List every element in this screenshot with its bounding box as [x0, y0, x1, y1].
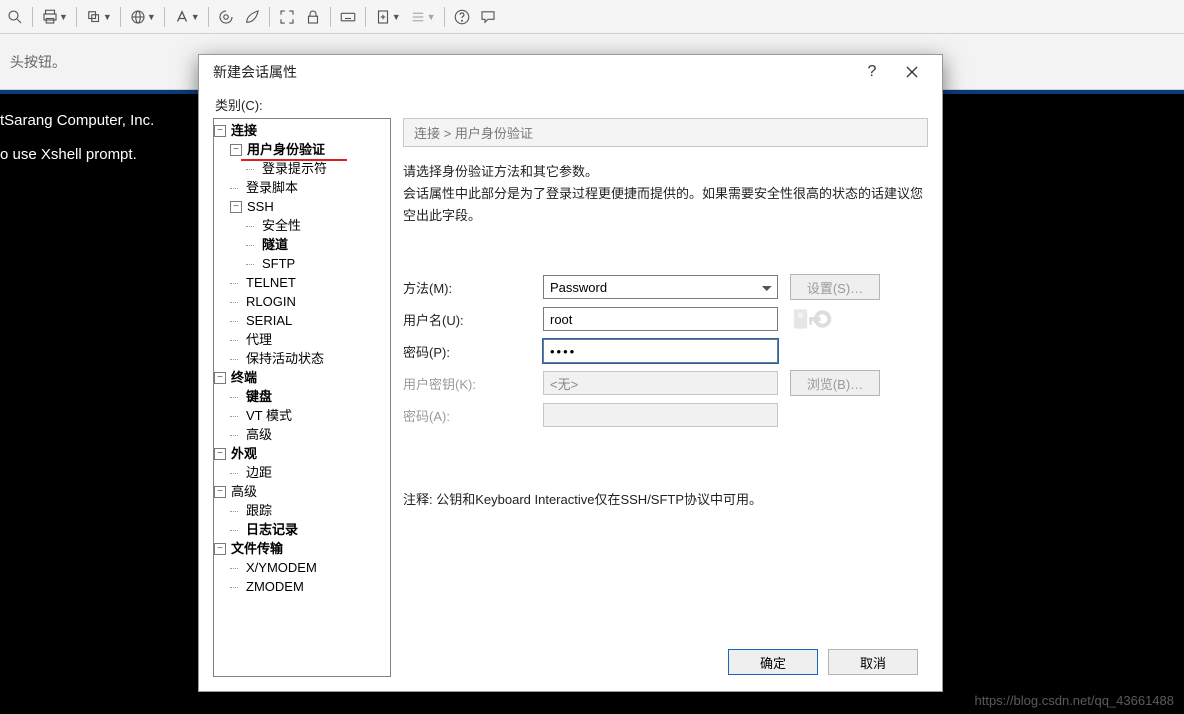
category-label: 类别(C):	[215, 95, 928, 114]
tree-node-proxy[interactable]: 代理	[244, 330, 274, 349]
userkey-select: <无>	[543, 371, 778, 395]
tree-node-keyboard[interactable]: 键盘	[244, 387, 274, 406]
tree-node-log[interactable]: 日志记录	[244, 520, 300, 539]
tree-node-serial[interactable]: SERIAL	[244, 311, 294, 330]
tree-node-vt[interactable]: VT 模式	[244, 406, 294, 425]
copy-icon[interactable]: ▼	[83, 6, 114, 28]
close-button[interactable]	[892, 58, 932, 86]
username-input[interactable]	[543, 307, 778, 331]
tree-node-auth[interactable]: 用户身份验证	[245, 140, 327, 159]
tree-node-appearance[interactable]: 外观	[229, 444, 259, 463]
session-properties-dialog: 新建会话属性 ? 类别(C): −连接 −用户身份验证	[198, 54, 943, 692]
username-label: 用户名(U):	[403, 310, 543, 329]
titlebar-help-button[interactable]: ?	[852, 63, 892, 81]
watermark: https://blog.csdn.net/qq_43661488	[975, 693, 1175, 708]
key-icon	[790, 299, 836, 339]
cancel-button[interactable]: 取消	[828, 649, 918, 675]
expand-toggle[interactable]: −	[214, 486, 226, 498]
main-toolbar: ▼ ▼ ▼ ▼ ▼ ▼	[0, 0, 1184, 34]
tree-node-rlogin[interactable]: RLOGIN	[244, 292, 298, 311]
dialog-footer: 确定 取消	[403, 637, 928, 677]
tree-node-terminal[interactable]: 终端	[229, 368, 259, 387]
password-label: 密码(P):	[403, 342, 543, 361]
desc-line: 请选择身份验证方法和其它参数。	[403, 161, 928, 183]
passA-input	[543, 403, 778, 427]
category-tree[interactable]: −连接 −用户身份验证 登录提示符 登录脚本 −	[213, 118, 391, 677]
tree-node-margin[interactable]: 边距	[244, 463, 274, 482]
tree-node-advanced2[interactable]: 高级	[229, 482, 259, 501]
print-icon[interactable]: ▼	[39, 6, 70, 28]
banner-text: 头按钮。	[10, 52, 66, 72]
tree-node-telnet[interactable]: TELNET	[244, 273, 298, 292]
tree-node-trace[interactable]: 跟踪	[244, 501, 274, 520]
dialog-titlebar: 新建会话属性 ?	[199, 55, 942, 89]
note-text: 注释: 公钥和Keyboard Interactive仅在SSH/SFTP协议中…	[403, 489, 928, 508]
chat-icon[interactable]	[477, 6, 499, 28]
help-icon[interactable]	[451, 6, 473, 28]
tree-node-keepalive[interactable]: 保持活动状态	[244, 349, 326, 368]
lock-icon[interactable]	[302, 6, 324, 28]
tree-node-login-prompt[interactable]: 登录提示符	[260, 159, 329, 178]
tree-node-security[interactable]: 安全性	[260, 216, 303, 235]
list-icon[interactable]: ▼	[407, 6, 438, 28]
method-label: 方法(M):	[403, 278, 543, 297]
expand-icon[interactable]	[276, 6, 298, 28]
tree-node-advanced[interactable]: 高级	[244, 425, 274, 444]
font-icon[interactable]: ▼	[171, 6, 202, 28]
expand-toggle[interactable]: −	[214, 448, 226, 460]
expand-toggle[interactable]: −	[230, 144, 242, 156]
tree-node-filetrans[interactable]: 文件传输	[229, 539, 285, 558]
tree-node-sftp[interactable]: SFTP	[260, 254, 297, 273]
tree-node-xymodem[interactable]: X/YMODEM	[244, 558, 319, 577]
expand-toggle[interactable]: −	[214, 543, 226, 555]
globe-icon[interactable]: ▼	[127, 6, 158, 28]
tree-node-ssh[interactable]: SSH	[245, 197, 276, 216]
swirl-icon[interactable]	[215, 6, 237, 28]
breadcrumb: 连接 > 用户身份验证	[403, 118, 928, 147]
ok-button[interactable]: 确定	[728, 649, 818, 675]
password-input[interactable]	[543, 339, 778, 363]
leaf-icon[interactable]	[241, 6, 263, 28]
desc-line: 会话属性中此部分是为了登录过程更便捷而提供的。如果需要安全性很高的状态的话建议您…	[403, 183, 928, 227]
passA-label: 密码(A):	[403, 406, 543, 425]
dialog-title: 新建会话属性	[213, 62, 852, 82]
settings-button: 设置(S)…	[790, 274, 880, 300]
right-panel: 连接 > 用户身份验证 请选择身份验证方法和其它参数。 会话属性中此部分是为了登…	[403, 118, 928, 677]
keyboard-icon[interactable]	[337, 6, 359, 28]
method-select[interactable]: Password	[543, 275, 778, 299]
new-doc-icon[interactable]: ▼	[372, 6, 403, 28]
browse-button: 浏览(B)…	[790, 370, 880, 396]
expand-toggle[interactable]: −	[214, 372, 226, 384]
tree-node-login-script[interactable]: 登录脚本	[244, 178, 300, 197]
expand-toggle[interactable]: −	[230, 201, 242, 213]
tree-node-connection[interactable]: 连接	[229, 121, 259, 140]
tree-node-zmodem[interactable]: ZMODEM	[244, 577, 306, 596]
expand-toggle[interactable]: −	[214, 125, 226, 137]
tree-node-tunnel[interactable]: 隧道	[260, 235, 290, 254]
close-icon	[905, 65, 919, 79]
search-icon[interactable]	[4, 6, 26, 28]
userkey-label: 用户密钥(K):	[403, 374, 543, 393]
